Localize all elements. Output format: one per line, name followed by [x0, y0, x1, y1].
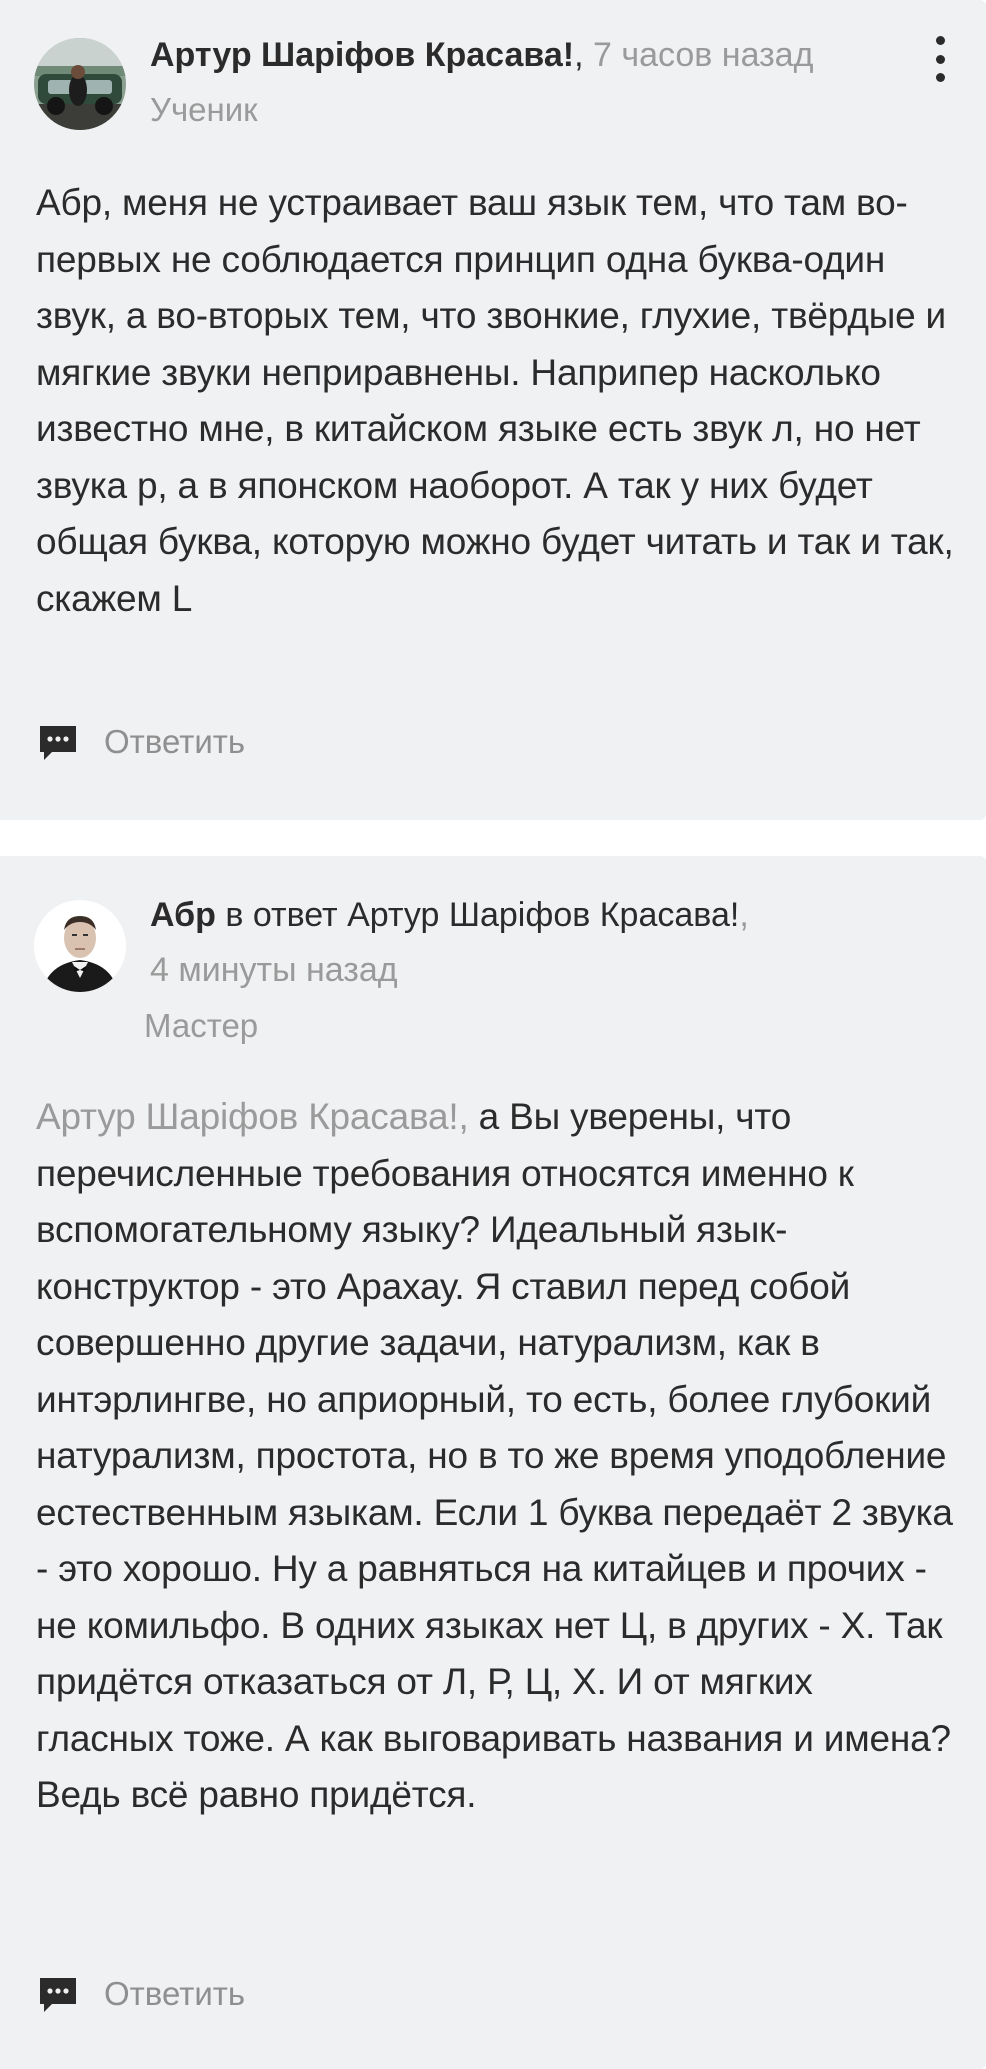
- timestamp[interactable]: 7 часов назад: [593, 36, 813, 74]
- mention-link[interactable]: Артур Шаріфов Красава!,: [36, 1096, 469, 1137]
- reply-label: Ответить: [104, 1975, 246, 2012]
- author-line: Артур Шаріфов Красава!, 7 часов назад: [150, 32, 906, 78]
- more-vertical-icon[interactable]: [928, 36, 952, 82]
- reply-button[interactable]: Ответить: [38, 1974, 245, 2014]
- comment-header: Абр в ответ Артур Шаріфов Красава!, 4 ми…: [144, 892, 906, 1049]
- avatar-photo-car: [34, 38, 126, 130]
- comments-page: Артур Шаріфов Красава!, 7 часов назад Уч…: [0, 0, 986, 2069]
- author-line: Абр в ответ Артур Шаріфов Красава!,: [150, 892, 906, 938]
- comment-card: Артур Шаріфов Красава!, 7 часов назад Уч…: [0, 0, 986, 820]
- author-comma: ,: [739, 896, 749, 934]
- comment-card: Абр в ответ Артур Шаріфов Красава!, 4 ми…: [0, 856, 986, 2069]
- comment-text: Артур Шаріфов Красава!, а Вы уверены, чт…: [36, 1089, 956, 1824]
- time-line: 4 минуты назад: [150, 947, 906, 993]
- reply-button[interactable]: Ответить: [38, 722, 245, 762]
- author-comma: ,: [574, 36, 584, 74]
- timestamp[interactable]: 4 минуты назад: [150, 951, 398, 989]
- user-rank: Мастер: [144, 1007, 259, 1044]
- speech-bubble-icon: [40, 726, 76, 760]
- comment-body: а Вы уверены, что перечисленные требован…: [36, 1096, 953, 1815]
- reply-label: Ответить: [104, 723, 246, 760]
- speech-bubble-icon: [40, 1978, 76, 2012]
- comment-text: Абр, меня не устраивает ваш язык тем, чт…: [36, 182, 954, 619]
- comment-header: Артур Шаріфов Красава!, 7 часов назад Уч…: [150, 32, 906, 133]
- user-rank: Ученик: [150, 91, 258, 128]
- author-name[interactable]: Артур Шаріфов Красава!: [150, 36, 574, 74]
- author-name[interactable]: Абр: [150, 896, 216, 934]
- avatar[interactable]: [34, 38, 126, 130]
- reply-word: в ответ: [225, 896, 338, 934]
- avatar[interactable]: [34, 900, 126, 992]
- avatar-photo-portrait: [34, 900, 126, 992]
- reply-to-name[interactable]: Артур Шаріфов Красава!: [347, 896, 739, 934]
